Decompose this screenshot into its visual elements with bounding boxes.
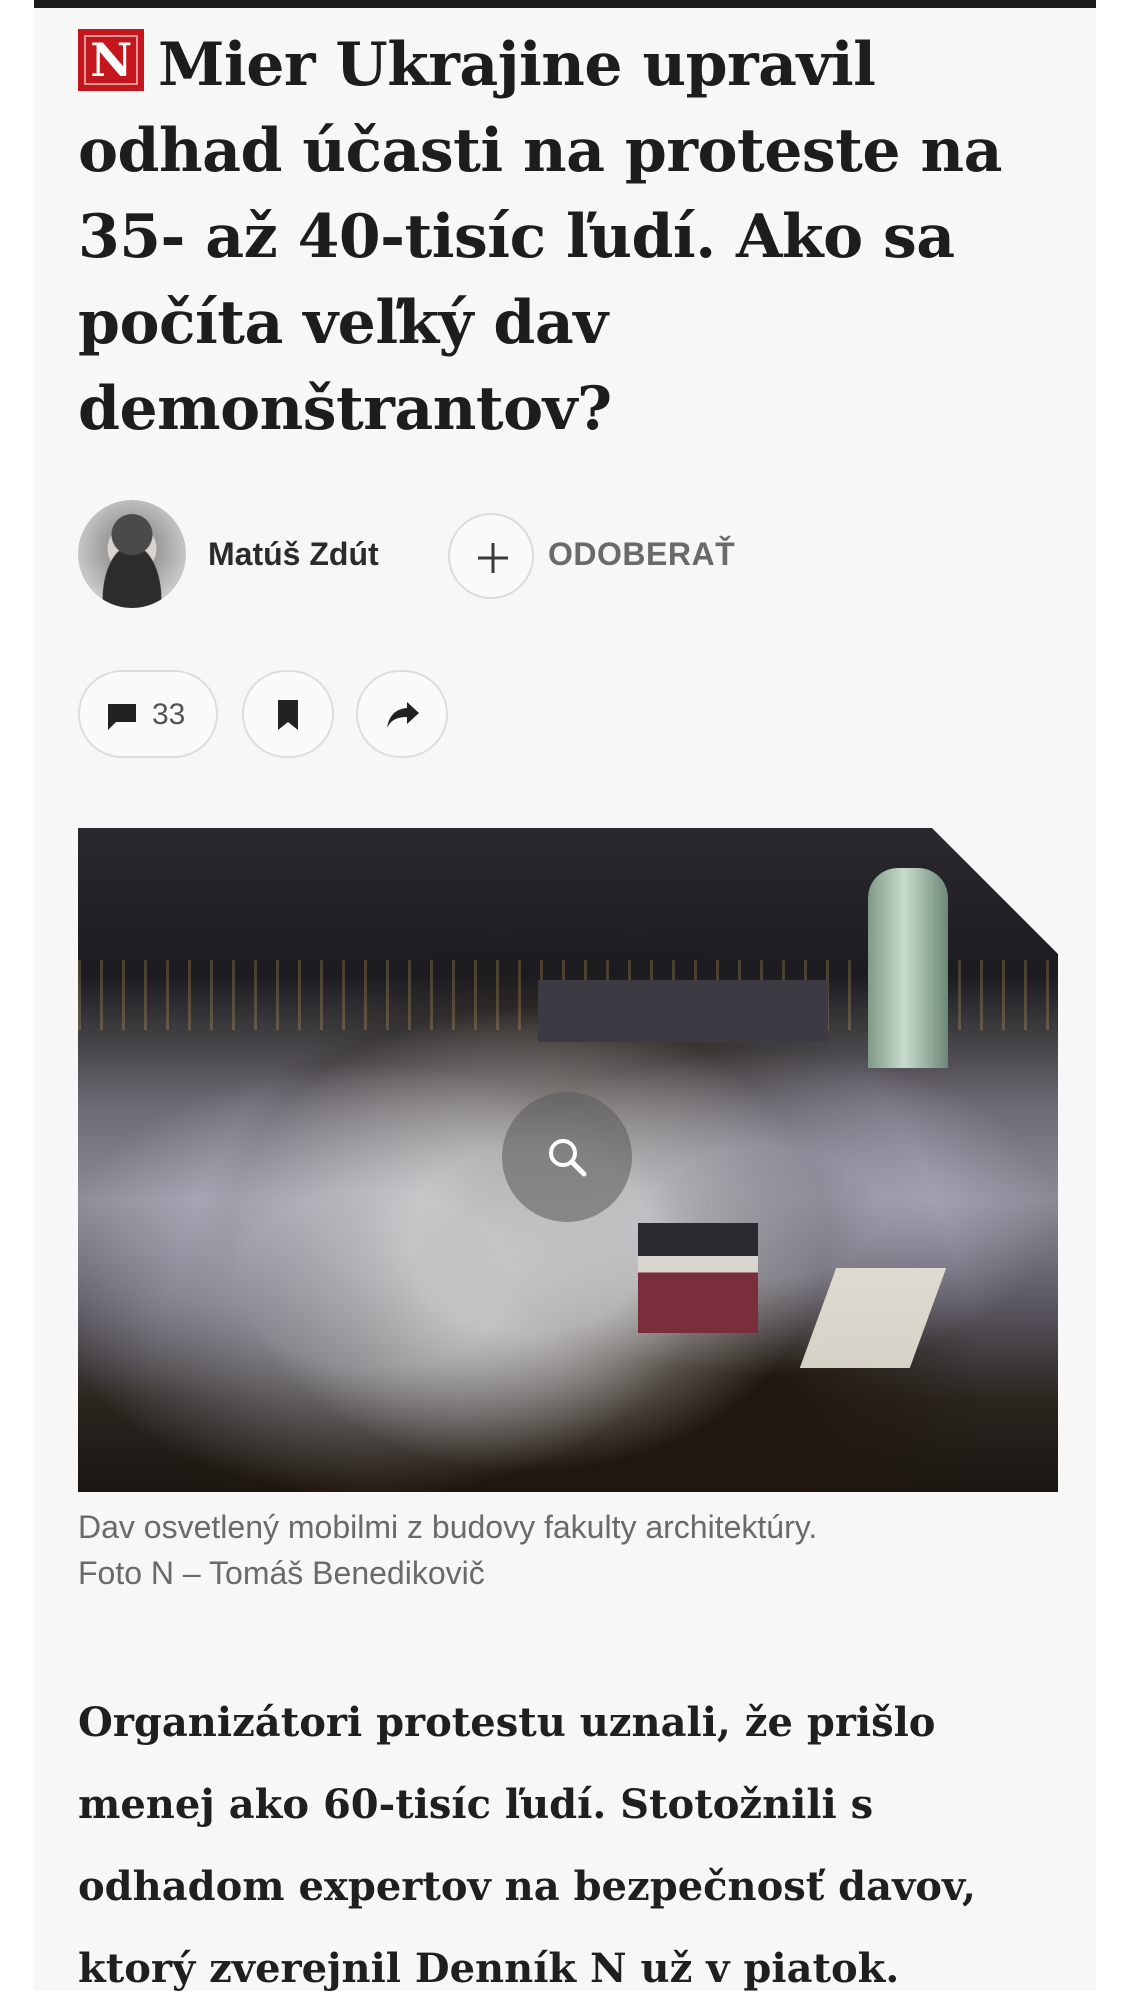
photo-stage xyxy=(638,1223,758,1333)
article-actions: 33 xyxy=(78,670,678,762)
photo-credit: Foto N – Tomáš Benedikovič xyxy=(78,1555,485,1591)
comments-count: 33 xyxy=(152,698,186,731)
follow-button[interactable] xyxy=(448,513,534,599)
bookmark-icon xyxy=(278,700,298,730)
follow-label[interactable]: ODOBERAŤ xyxy=(548,536,735,573)
article-headline: N Mier Ukrajine upravil odhad účasti na p… xyxy=(78,22,1058,452)
article-lead: Organizátori protestu uznali, že prišlo … xyxy=(78,1699,976,1992)
comment-icon xyxy=(108,704,136,730)
headline-text: Mier Ukrajine upravil odhad účasti na pr… xyxy=(78,30,1002,444)
search-icon xyxy=(549,1139,587,1177)
comments-button[interactable]: 33 xyxy=(78,670,218,758)
photo-building xyxy=(538,980,828,1042)
article-photo[interactable] xyxy=(78,828,1058,1492)
photo-caption: Dav osvetlený mobilmi z budovy fakulty a… xyxy=(78,1504,1058,1596)
caption-text: Dav osvetlený mobilmi z budovy fakulty a… xyxy=(78,1509,818,1545)
article-content: N Mier Ukrajine upravil odhad účasti na p… xyxy=(78,22,1058,1992)
bookmark-button[interactable] xyxy=(242,670,334,758)
article-page: N Mier Ukrajine upravil odhad účasti na p… xyxy=(34,0,1096,1992)
zoom-button[interactable] xyxy=(502,1092,632,1222)
share-button[interactable] xyxy=(356,670,448,758)
author-name[interactable]: Matúš Zdút xyxy=(208,536,379,573)
share-icon xyxy=(387,702,419,728)
avatar[interactable] xyxy=(78,500,186,608)
photo-tent xyxy=(799,1268,947,1368)
plus-icon xyxy=(478,543,508,573)
photo-tower xyxy=(868,868,948,1068)
author-row: Matúš Zdút ODOBERAŤ xyxy=(78,500,1058,612)
brand-logo-icon: N xyxy=(78,29,144,91)
